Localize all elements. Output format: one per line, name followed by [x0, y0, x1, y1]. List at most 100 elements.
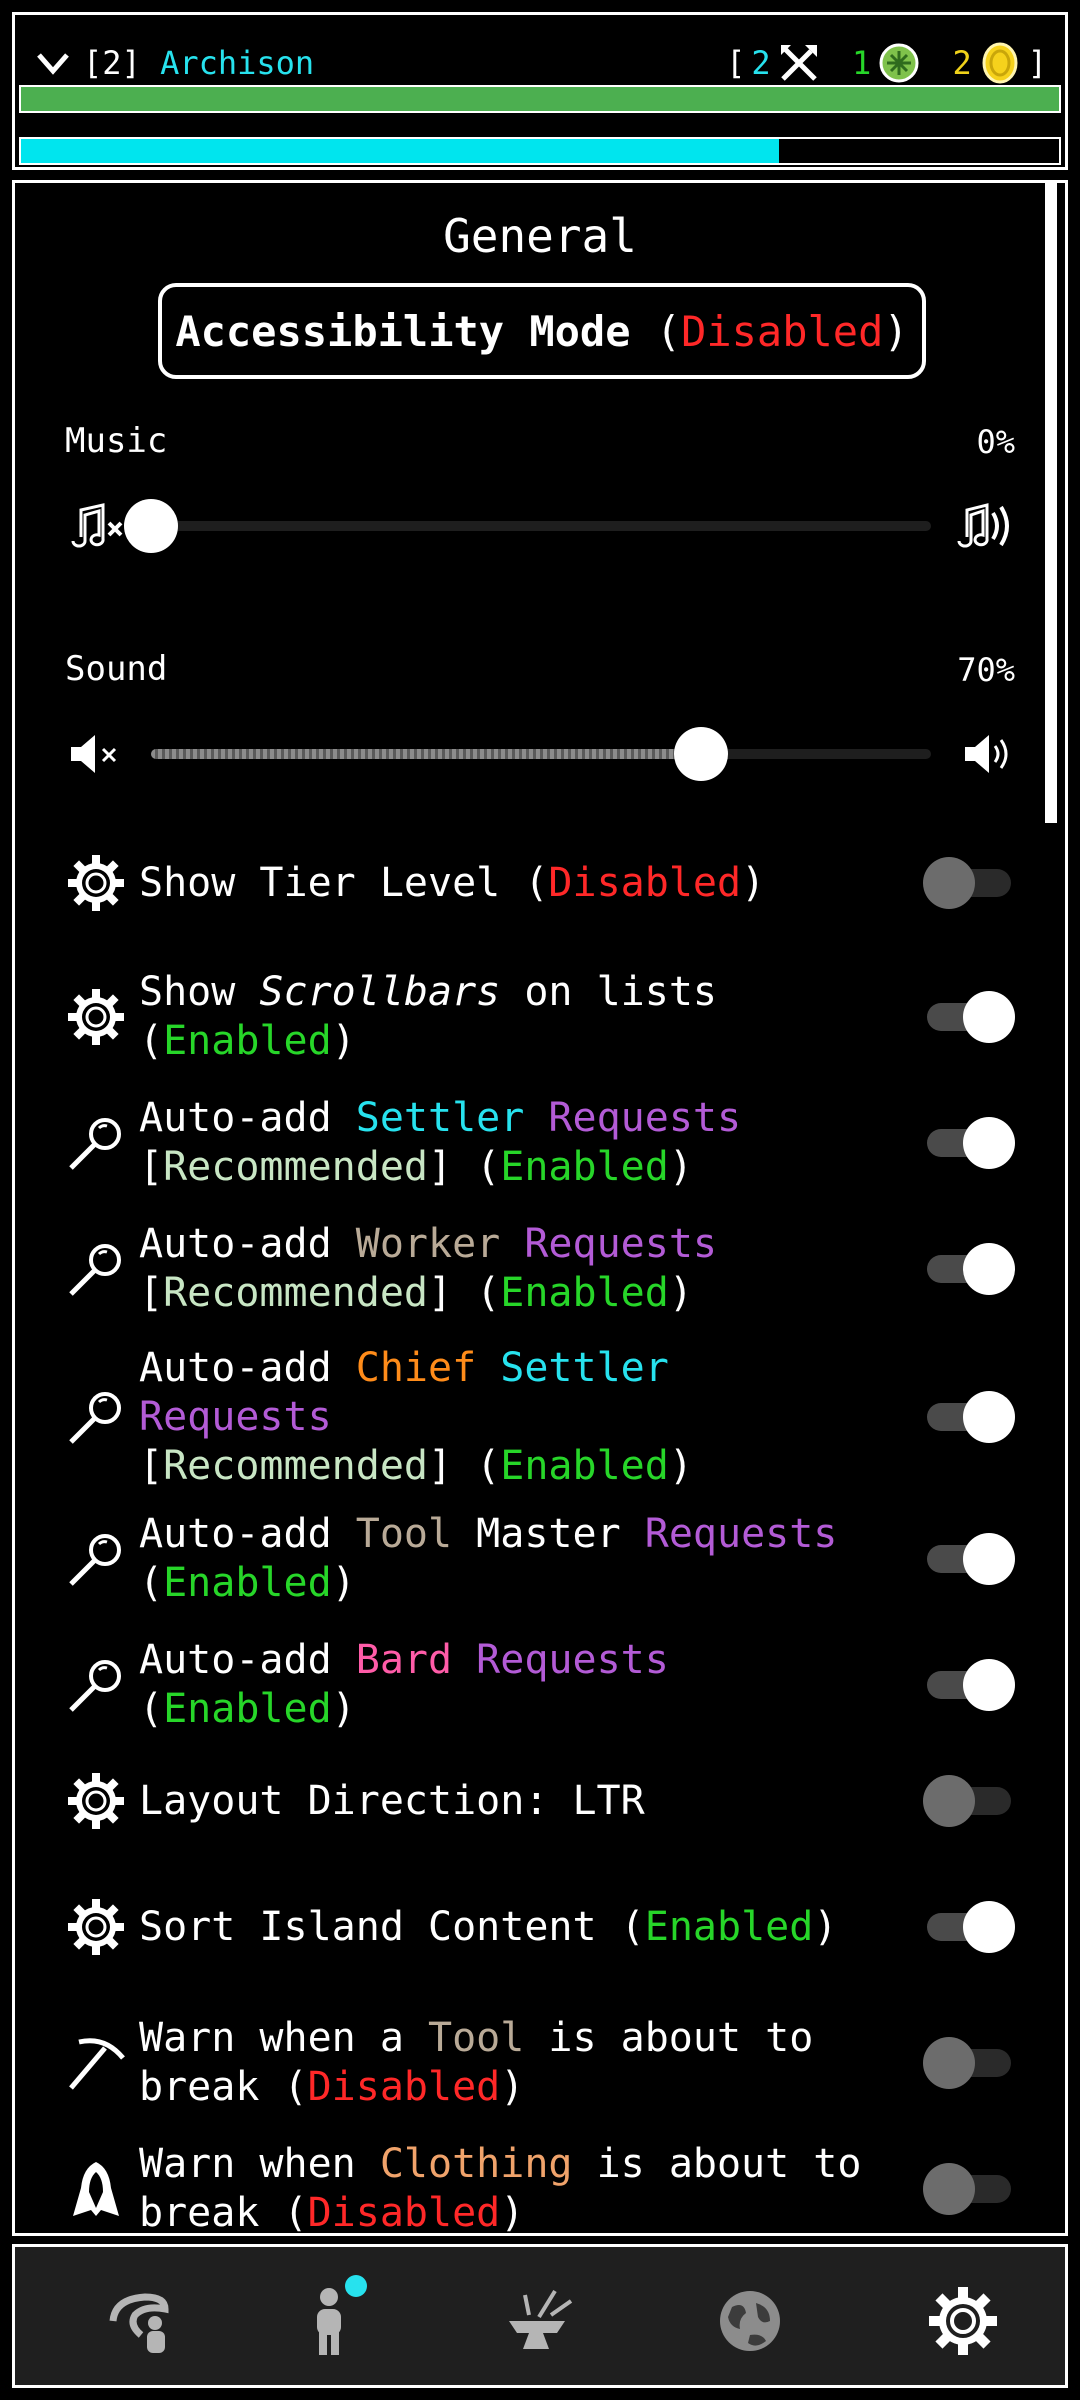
setting-row[interactable]: Warn when a Tool is about to break (Disab… [65, 2001, 1015, 2125]
setting-toggle[interactable] [923, 1243, 1015, 1295]
label-segment: ) [500, 2064, 525, 2110]
accessibility-state: Disabled [681, 306, 884, 356]
toggle-knob[interactable] [923, 1775, 975, 1827]
toggle-knob[interactable] [963, 1391, 1015, 1443]
setting-row[interactable]: Auto-add Bard Requests (Enabled) [65, 1623, 1015, 1747]
sound-slider[interactable] [65, 723, 1015, 783]
toggle-knob[interactable] [963, 1659, 1015, 1711]
toggle-knob[interactable] [963, 1243, 1015, 1295]
label-segment: ( [139, 1018, 164, 1064]
setting-label: Warn when Clothing is about to break (Dis… [139, 2140, 913, 2236]
progress-bar-fill [21, 139, 779, 163]
setting-toggle[interactable] [923, 1659, 1015, 1711]
setting-toggle[interactable] [923, 991, 1015, 1043]
label-segment: Enabled [500, 1270, 669, 1316]
speaker-mute-icon [71, 735, 117, 773]
gear-icon [65, 1770, 127, 1832]
setting-row[interactable]: Layout Direction: LTR [65, 1749, 1015, 1853]
music-track[interactable] [151, 521, 931, 531]
label-segment: ( [139, 1686, 164, 1732]
settlement-name[interactable]: Archison [160, 44, 314, 82]
label-segment: is about to [572, 2141, 862, 2187]
label-segment: Show Tier Level [139, 859, 525, 906]
label-segment: is about to [524, 2015, 814, 2061]
settlement-row: [2] Archison [ 2 1 2 ] [33, 33, 1047, 93]
bottom-navigation [12, 2244, 1068, 2388]
music-slider-thumb[interactable] [124, 499, 178, 553]
chevron-down-icon[interactable] [33, 43, 73, 83]
sound-track[interactable] [151, 749, 931, 759]
settings-gear-icon[interactable] [923, 2281, 1003, 2361]
setting-row[interactable]: Auto-add Tool Master Requests (Enabled) [65, 1497, 1015, 1621]
label-segment: ) [668, 1442, 693, 1489]
setting-row[interactable]: Show Scrollbars on lists (Enabled) [65, 955, 1015, 1079]
setting-row[interactable]: Auto-add Settler Requests [Recommended] (… [65, 1081, 1015, 1205]
label-segment: Scrollbars [259, 969, 501, 1015]
label-segment: Enabled [163, 1560, 332, 1606]
label-segment: Settler [500, 1344, 669, 1391]
magnifier-icon [65, 1528, 127, 1590]
coin-count: 2 [952, 44, 972, 82]
label-segment [500, 1221, 524, 1267]
scrollbar[interactable] [1045, 183, 1057, 823]
label-segment: ) [331, 1560, 356, 1606]
green-gem-icon [879, 43, 919, 83]
label-segment: ] ( [428, 1270, 501, 1316]
label-segment: break ( [139, 2190, 308, 2236]
settler-count: 2 [751, 44, 771, 82]
label-segment: Enabled [500, 1144, 669, 1190]
label-segment [524, 1095, 548, 1141]
gear-icon [65, 986, 127, 1048]
setting-label: Layout Direction: LTR [139, 1777, 913, 1826]
toggle-knob[interactable] [923, 2163, 975, 2215]
setting-row[interactable]: Auto-add Worker Requests [Recommended] (E… [65, 1207, 1015, 1331]
label-segment: Disabled [548, 859, 742, 906]
setting-toggle[interactable] [923, 1533, 1015, 1585]
setting-row[interactable]: Sort Island Content (Enabled) [65, 1875, 1015, 1979]
setting-row[interactable]: Warn when Clothing is about to break (Dis… [65, 2127, 1015, 2236]
magnifier-icon [65, 1112, 127, 1174]
expedition-icon[interactable] [105, 2281, 185, 2361]
label-segment [476, 1345, 500, 1391]
speaker-loud-icon [965, 735, 1008, 773]
pickaxe-icon [65, 2032, 127, 2094]
sound-track-fill [151, 749, 697, 759]
settings-panel[interactable]: General Accessibility Mode ( Disabled ) … [12, 180, 1068, 2236]
setting-toggle[interactable] [923, 2037, 1015, 2089]
label-segment: Enabled [163, 1686, 332, 1732]
crafting-icon[interactable] [499, 2281, 579, 2361]
setting-toggle[interactable] [923, 857, 1015, 909]
accessibility-label: Accessibility Mode [175, 306, 631, 356]
music-value: 0% [976, 423, 1015, 461]
toggle-knob[interactable] [963, 1533, 1015, 1585]
setting-toggle[interactable] [923, 1901, 1015, 1953]
label-segment: ( [139, 1560, 164, 1606]
label-segment: Auto-add [139, 1095, 356, 1141]
sound-slider-thumb[interactable] [674, 727, 729, 781]
label-segment: Auto-add [139, 1344, 356, 1391]
label-segment: Requests [476, 1637, 669, 1683]
setting-toggle[interactable] [923, 2163, 1015, 2215]
toggle-knob[interactable] [963, 1117, 1015, 1169]
label-segment: Clothing [379, 2141, 573, 2187]
toggle-knob[interactable] [923, 2037, 975, 2089]
label-segment: Tool [355, 1511, 453, 1557]
magnifier-icon [65, 1238, 127, 1300]
setting-toggle[interactable] [923, 1391, 1015, 1443]
label-segment: ] ( [428, 1442, 501, 1489]
setting-row[interactable]: Show Tier Level (Disabled) [65, 831, 1015, 935]
world-icon[interactable] [710, 2281, 790, 2361]
toggle-knob[interactable] [923, 857, 975, 909]
setting-toggle[interactable] [923, 1117, 1015, 1169]
music-on-icon [957, 503, 1009, 548]
label-segment: Warn when a [139, 2015, 428, 2061]
music-label: Music [65, 421, 168, 461]
music-slider[interactable] [65, 495, 1015, 555]
label-segment: Enabled [163, 1018, 332, 1064]
label-segment: on lists [500, 969, 717, 1015]
toggle-knob[interactable] [963, 1901, 1015, 1953]
setting-toggle[interactable] [923, 1775, 1015, 1827]
toggle-knob[interactable] [963, 991, 1015, 1043]
accessibility-mode-button[interactable]: Accessibility Mode ( Disabled ) [158, 283, 926, 379]
setting-row[interactable]: Auto-add Chief Settler Requests [Recommend… [65, 1333, 1015, 1501]
